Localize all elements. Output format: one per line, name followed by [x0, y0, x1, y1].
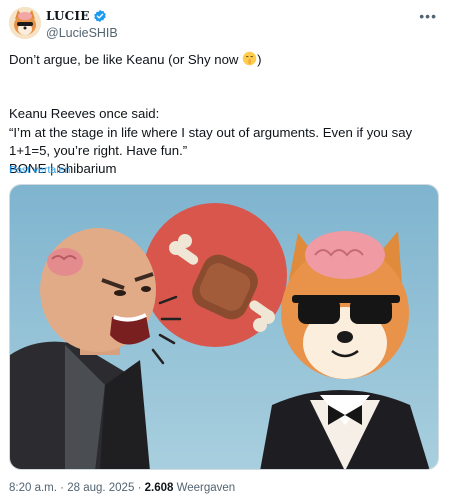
tweet-media-image[interactable] — [9, 184, 439, 470]
meta-separator: · — [60, 482, 64, 494]
cartoon-illustration — [10, 185, 438, 469]
display-name[interactable]: LUCIE — [46, 9, 90, 23]
tweet-text-line-2: Keanu Reeves once said: — [9, 106, 160, 121]
tweet-text-line-1: Don’t argue, be like Keanu (or Shy now ) — [9, 51, 439, 69]
post-date[interactable]: 28 aug. 2025 — [67, 482, 134, 494]
tweet-text-line-4: 1+1=5, you’re right. Have fun.” — [9, 143, 188, 158]
tweet-header: LUCIE @LucieSHIB ••• — [9, 7, 443, 43]
shushing-face-emoji-icon — [242, 51, 257, 66]
tweet-card: LUCIE @LucieSHIB ••• Don’t argue, be lik… — [0, 0, 452, 502]
avatar[interactable] — [9, 7, 41, 39]
name-row: LUCIE — [46, 9, 107, 23]
more-options-icon[interactable]: ••• — [419, 9, 437, 23]
tweet-text-segment: Don’t argue, be like Keanu (or Shy now — [9, 52, 243, 67]
verified-badge-icon — [93, 9, 106, 23]
views-label: Weergaven — [176, 482, 236, 494]
translate-post-link[interactable]: Post vertalen — [9, 164, 70, 176]
tweet-text-line-3: “I’m at the stage in life where I stay o… — [9, 125, 413, 140]
views-count: 2.608 — [144, 482, 174, 494]
tweet-text-line-5: BONE | Shibarium — [9, 161, 117, 176]
shiba-avatar-icon — [9, 7, 41, 39]
post-time[interactable]: 8:20 a.m. — [9, 482, 57, 494]
meta-separator: · — [137, 482, 142, 494]
user-handle[interactable]: @LucieSHIB — [46, 26, 118, 40]
tweet-meta: 8:20 a.m. · 28 aug. 2025 · 2.608 Weergav… — [9, 482, 235, 494]
tweet-text-segment-end: ) — [257, 52, 262, 67]
